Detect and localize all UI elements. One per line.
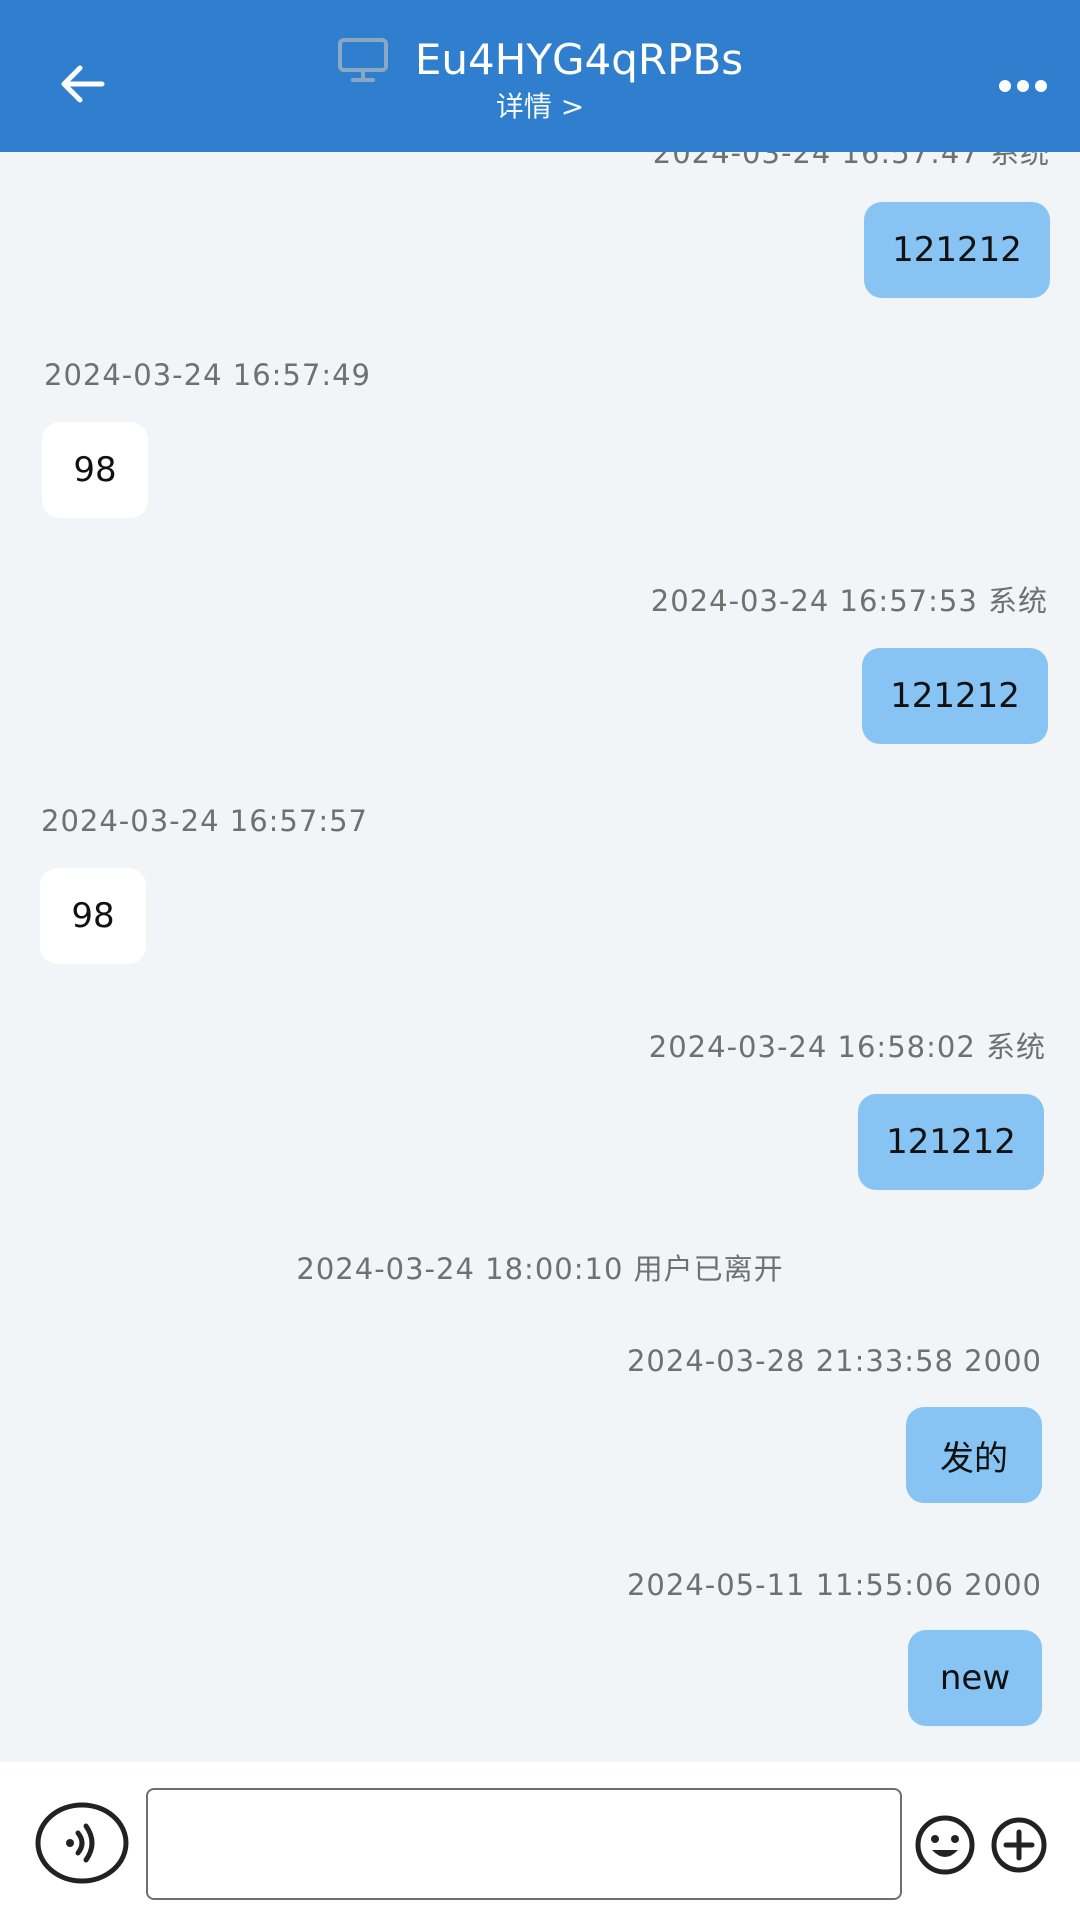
outgoing-message-bubble[interactable]: 121212 xyxy=(864,202,1050,298)
more-horizontal-icon xyxy=(999,80,1047,92)
plus-button[interactable] xyxy=(990,1816,1048,1874)
incoming-message-bubble[interactable]: 98 xyxy=(40,868,146,964)
conversation-title: Eu4HYG4qRPBs xyxy=(414,35,744,84)
monitor-icon xyxy=(337,37,389,83)
message-input[interactable] xyxy=(146,1788,902,1900)
outgoing-message-bubble[interactable]: 121212 xyxy=(858,1094,1044,1190)
message-composer xyxy=(0,1762,1080,1920)
message-timestamp: 2024-03-24 16:57:53 系统 xyxy=(650,584,1048,618)
conversation-title-area[interactable]: Eu4HYG4qRPBs 详情 > xyxy=(0,34,1080,124)
emoji-button[interactable] xyxy=(914,1814,976,1876)
plus-circle-icon xyxy=(991,1817,1047,1873)
voice-icon xyxy=(35,1802,129,1884)
emoji-icon xyxy=(915,1815,975,1875)
message-timestamp: 2024-05-11 11:55:06 2000 xyxy=(626,1568,1042,1602)
outgoing-message-bubble[interactable]: 121212 xyxy=(862,648,1048,744)
outgoing-message-bubble[interactable]: new xyxy=(908,1630,1042,1726)
message-timestamp: 2024-03-24 16:57:47 系统 xyxy=(652,152,1050,170)
message-timestamp: 2024-03-24 16:57:57 xyxy=(41,804,368,838)
voice-button[interactable] xyxy=(34,1802,130,1884)
message-list[interactable]: 2024-03-24 16:57:47 系统 121212 2024-03-24… xyxy=(0,152,1080,1762)
details-link[interactable]: 详情 > xyxy=(0,90,1080,124)
outgoing-message-bubble[interactable]: 发的 xyxy=(906,1407,1042,1503)
system-notice: 2024-03-24 18:00:10 用户已离开 xyxy=(296,1252,784,1286)
message-timestamp: 2024-03-24 16:58:02 系统 xyxy=(648,1030,1046,1064)
more-button[interactable] xyxy=(992,66,1054,106)
chat-header: Eu4HYG4qRPBs 详情 > xyxy=(0,0,1080,152)
incoming-message-bubble[interactable]: 98 xyxy=(42,422,148,518)
message-timestamp: 2024-03-24 16:57:49 xyxy=(44,358,371,392)
message-timestamp: 2024-03-28 21:33:58 2000 xyxy=(626,1344,1042,1378)
